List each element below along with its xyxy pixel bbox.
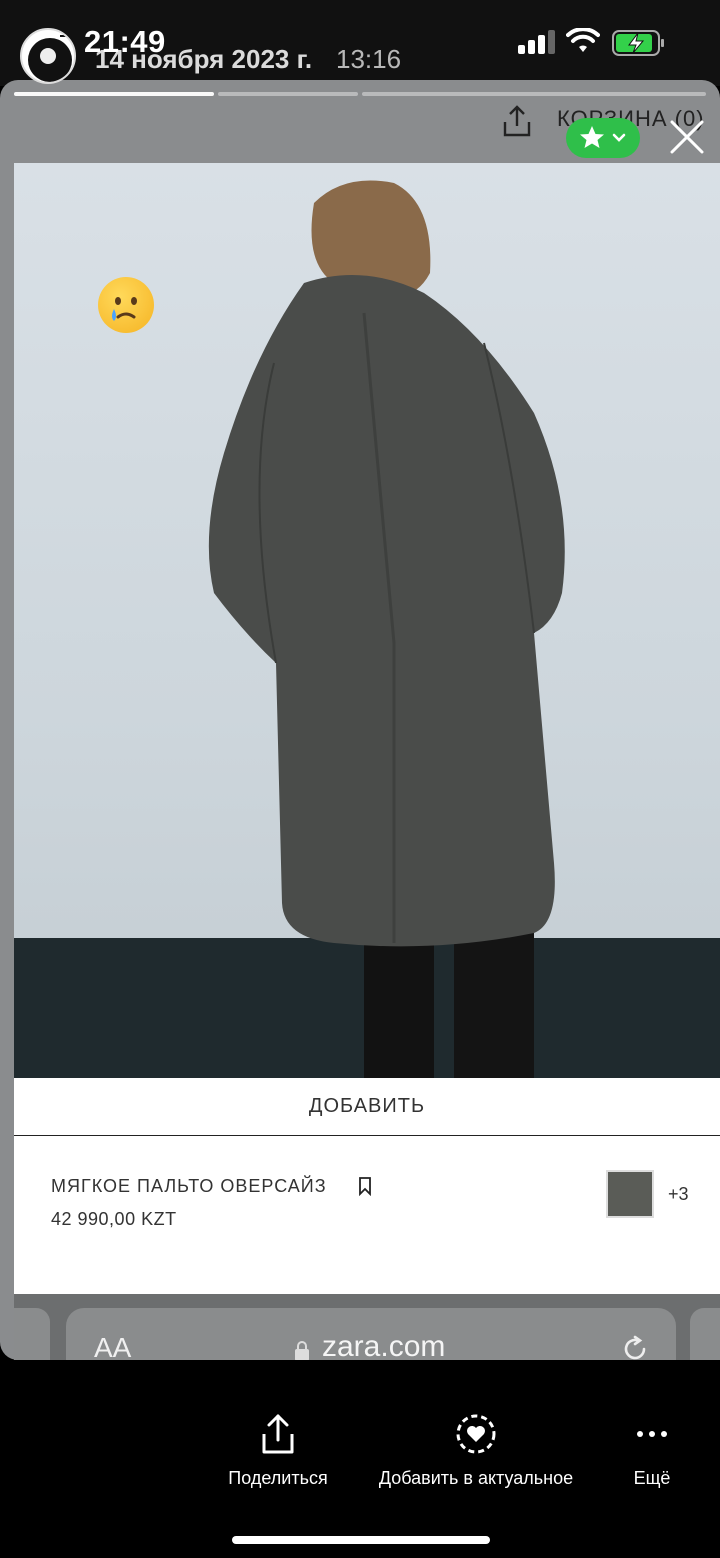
close-friends-pill[interactable]	[566, 118, 640, 158]
next-tab[interactable]	[690, 1308, 720, 1360]
chevron-down-icon	[612, 133, 626, 142]
browser-bar: AA zara.com	[14, 1294, 720, 1360]
more-action-label: Ещё	[633, 1468, 671, 1488]
product-name[interactable]: МЯГКОЕ ПАЛЬТО ОВЕРСАЙЗ	[51, 1176, 327, 1197]
highlight-heart-icon	[456, 1414, 496, 1454]
avatar[interactable]	[20, 28, 76, 84]
more-action[interactable]: Ещё	[622, 1412, 682, 1489]
share-icon[interactable]	[502, 104, 532, 138]
battery-charging-icon	[612, 30, 664, 56]
story-date: 14 ноября 2023 г.	[95, 44, 313, 74]
url-text[interactable]: zara.com	[322, 1330, 445, 1360]
close-icon[interactable]	[668, 118, 706, 156]
reload-icon[interactable]	[620, 1334, 650, 1360]
share-action-label: Поделиться	[228, 1468, 328, 1488]
product-price: 42 990,00 KZT	[51, 1209, 177, 1229]
home-indicator[interactable]	[232, 1536, 490, 1544]
share-action[interactable]: Поделиться	[222, 1412, 334, 1489]
wifi-icon	[566, 28, 600, 52]
color-swatch[interactable]	[606, 1170, 654, 1218]
bookmark-icon[interactable]	[358, 1176, 372, 1196]
product-sheet: ДОБАВИТЬ МЯГКОЕ ПАЛЬТО ОВЕРСАЙЗ 42 990,0…	[14, 1078, 720, 1294]
story-time: 13:16	[336, 44, 402, 74]
add-button[interactable]: ДОБАВИТЬ	[14, 1078, 720, 1136]
story-progress-segment	[218, 92, 358, 96]
story-progress-segment	[362, 92, 706, 96]
crying-face-emoji[interactable]	[98, 277, 154, 333]
url-bar[interactable]: AA zara.com	[66, 1308, 676, 1360]
lock-icon	[295, 1341, 309, 1360]
more-colors-count[interactable]: +3	[668, 1184, 689, 1205]
share-icon	[262, 1414, 294, 1454]
text-size-button[interactable]: AA	[94, 1332, 131, 1360]
signal-icon	[518, 30, 558, 54]
product-photo[interactable]	[14, 163, 720, 1078]
star-icon	[580, 126, 604, 148]
story-actions: Поделиться Добавить в актуальное Ещё	[0, 1360, 720, 1558]
story-progress-segment	[14, 92, 214, 96]
add-to-highlights-label: Добавить в актуальное	[378, 1468, 574, 1488]
more-icon	[637, 1431, 667, 1437]
add-to-highlights-action[interactable]: Добавить в актуальное	[366, 1412, 586, 1489]
previous-tab[interactable]	[14, 1308, 50, 1360]
